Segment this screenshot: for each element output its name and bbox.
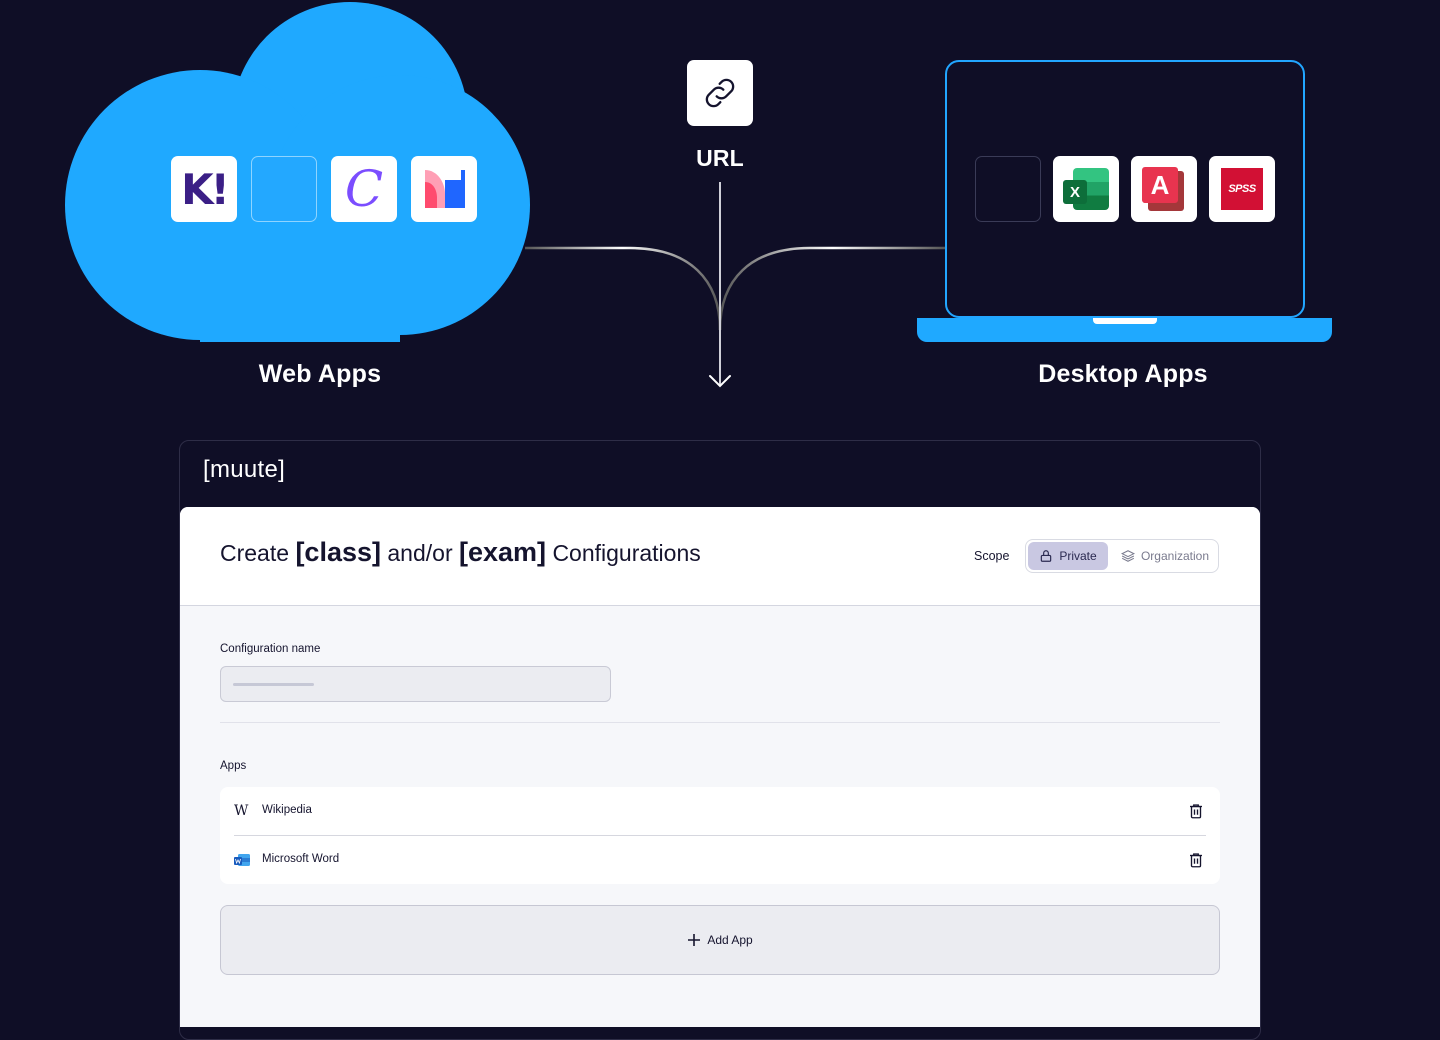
scope-private-option[interactable]: Private [1028,542,1108,570]
title-middle: and/or [387,540,453,566]
scope-organization-label: Organization [1140,549,1210,563]
section-divider [220,722,1220,723]
app-row-wikipedia: W Wikipedia [220,787,1220,835]
spss-logo-text: SPSS [1221,168,1263,210]
scope-private-label: Private [1059,549,1097,563]
trash-icon[interactable] [1187,802,1205,820]
excel-letter: X [1063,180,1087,204]
title-suffix: Configurations [552,540,701,566]
add-app-label: Add App [707,933,753,947]
scope-toggle: Private Organization [1025,539,1219,573]
laptop-notch [1093,318,1157,324]
layers-icon [1120,550,1135,562]
access-logo: A [1142,167,1186,211]
app-row-microsoft-word: Microsoft Word [220,836,1220,884]
config-name-label: Configuration name [220,643,321,655]
access-icon[interactable]: A [1131,156,1197,222]
excel-logo: X [1063,168,1109,210]
placeholder-bar [233,683,314,686]
brand-logo: [muute] [203,456,286,483]
app-name: Wikipedia [262,804,312,816]
page-title: Create [class] and/or [exam] Configurati… [220,537,701,568]
word-icon [234,854,250,866]
lock-icon [1041,550,1052,562]
title-class: [class] [295,537,381,567]
scope-label: Scope [974,549,1010,563]
access-letter: A [1142,167,1178,203]
configuration-panel: Create [class] and/or [exam] Configurati… [180,507,1260,1027]
add-app-button[interactable]: Add App [220,905,1220,975]
wikipedia-icon: W [234,803,249,819]
title-exam: [exam] [459,537,547,567]
excel-icon[interactable]: X [1053,156,1119,222]
title-prefix: Create [220,540,290,566]
spss-icon[interactable]: SPSS [1209,156,1275,222]
plus-icon [688,934,701,946]
desktop-apps-caption: Desktop Apps [1038,360,1208,388]
empty-app-slot[interactable] [975,156,1041,222]
apps-list: W Wikipedia Microsoft Word [220,787,1220,884]
scope-organization-option[interactable]: Organization [1114,542,1216,570]
config-name-input[interactable] [220,666,611,702]
trash-icon[interactable] [1187,851,1205,869]
apps-label: Apps [220,760,247,772]
panel-header: Create [class] and/or [exam] Configurati… [180,507,1260,606]
app-name: Microsoft Word [262,853,340,865]
